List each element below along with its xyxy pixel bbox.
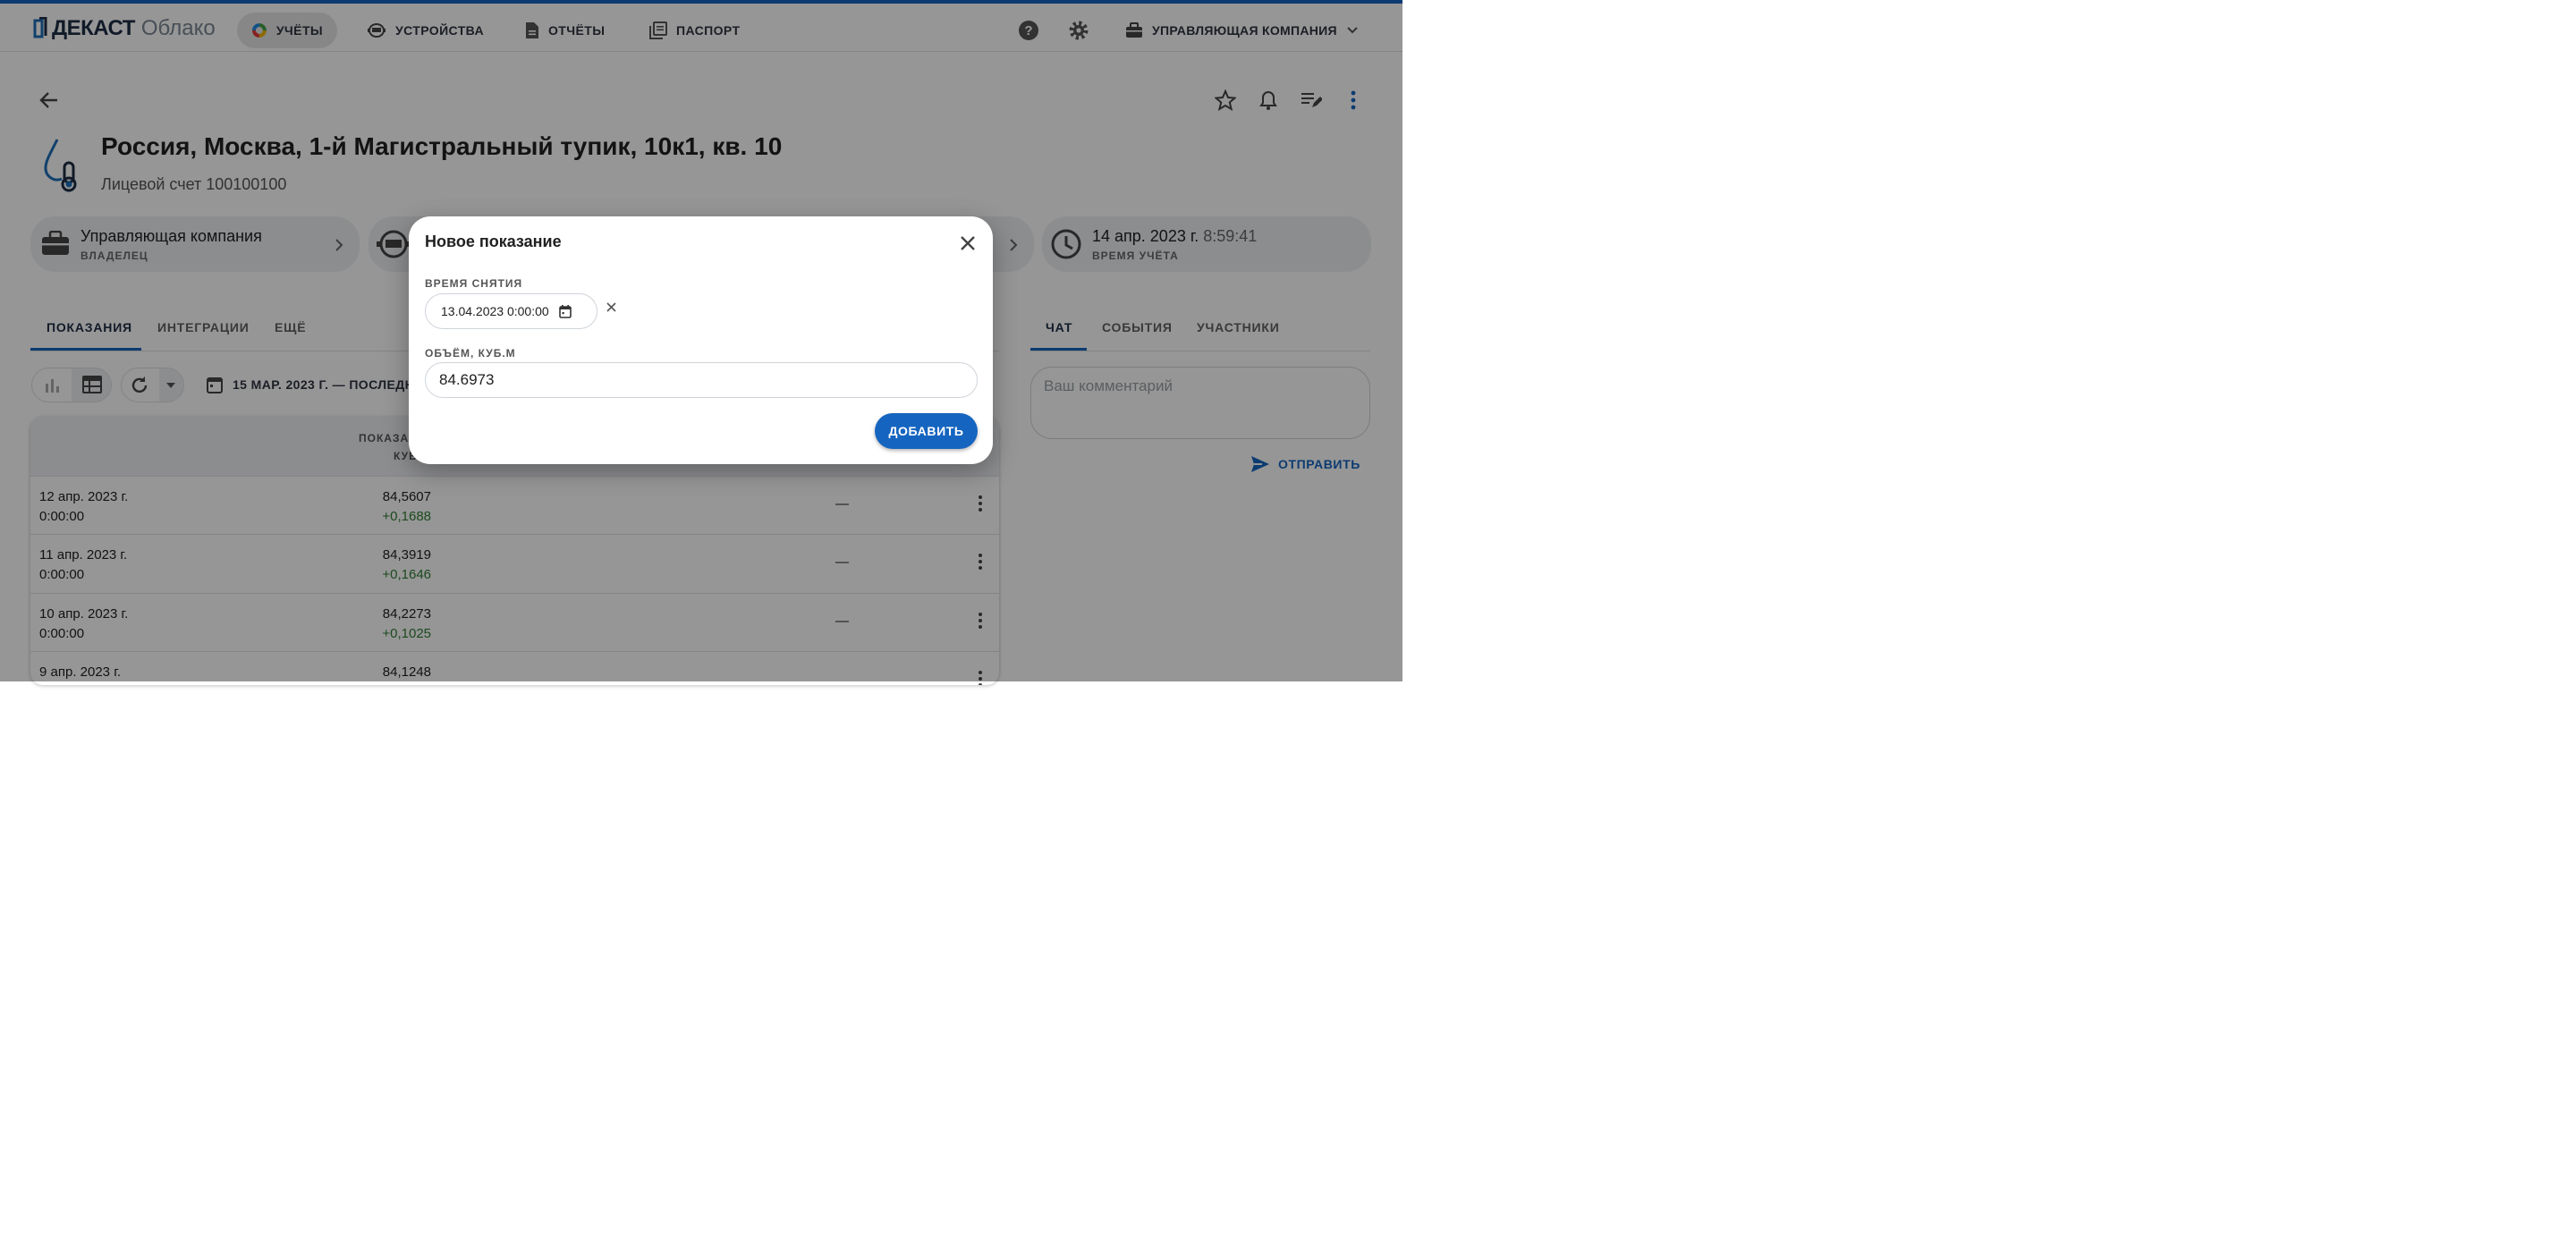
volume-input[interactable] [425,362,978,398]
reading-time-field[interactable]: 13.04.2023 0:00:00 [425,293,597,329]
volume-label: ОБЪЁМ, КУБ.М [425,347,516,360]
reading-time-value: 13.04.2023 0:00:00 [441,304,549,318]
dialog-title: Новое показание [425,233,562,250]
new-reading-dialog: Новое показание ВРЕМЯ СНЯТИЯ 13.04.2023 … [409,216,993,464]
time-label: ВРЕМЯ СНЯТИЯ [425,277,523,290]
calendar-icon[interactable] [558,304,572,318]
add-button[interactable]: ДОБАВИТЬ [875,413,978,449]
close-icon[interactable] [960,235,976,251]
clear-icon[interactable] [606,302,616,312]
